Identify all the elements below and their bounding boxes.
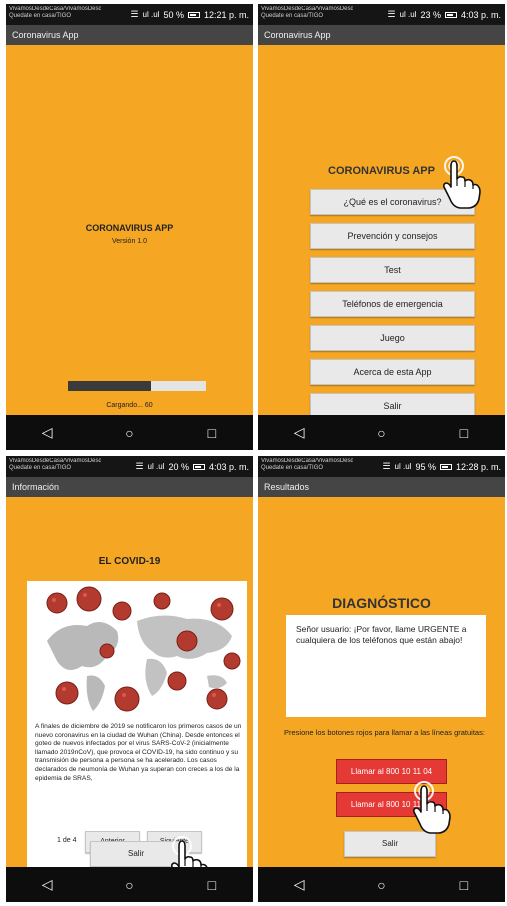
back-icon[interactable]: ◁ [27, 876, 67, 893]
home-icon[interactable]: ○ [109, 425, 149, 441]
system-icons: ☰ ul .ul 95 % 12:28 p. m. [382, 461, 501, 472]
version-text: Versión 1.0 [111, 238, 148, 245]
clock: 4:03 p. m. [208, 461, 249, 472]
battery-level: 50 % [163, 9, 184, 20]
wifi-icon: ☰ [130, 9, 139, 19]
about-button[interactable]: Acerca de esta App [310, 359, 475, 385]
battery-level: 23 % [420, 9, 441, 20]
app-titlebar: Coronavirus App [258, 25, 505, 45]
test-button[interactable]: Test [310, 257, 475, 283]
call-instructions: Presione los botones rojos para llamar a… [284, 728, 485, 737]
recent-apps-icon[interactable]: □ [444, 877, 484, 893]
battery-icon [192, 463, 205, 470]
tap-hand-icon [442, 156, 481, 209]
battery-level: 95 % [415, 461, 436, 472]
diagnostic-message: Señor usuario: ¡Por favor, llame URGENTE… [286, 615, 486, 717]
recent-apps-icon[interactable]: □ [192, 425, 232, 441]
wifi-icon: ☰ [387, 9, 396, 19]
system-icons: ☰ ul .ul 23 % 4:03 p. m. [387, 9, 501, 20]
game-button[interactable]: Juego [310, 325, 475, 351]
wifi-icon: ☰ [382, 461, 391, 471]
info-content: EL COVID-19 A finales de diciembre de 20… [6, 497, 253, 894]
covid-description: A finales de diciembre de 2019 se notifi… [35, 723, 242, 782]
signal-icon: ul .ul [147, 462, 165, 471]
home-icon[interactable]: ○ [361, 877, 401, 893]
android-nav-bar: ◁ ○ □ [258, 415, 505, 450]
signal-icon: ul .ul [399, 10, 417, 19]
progress-fill [68, 381, 151, 391]
carrier-text: VivamosDesdeCasa/VivamosDesdeCasa Quedat… [9, 6, 101, 19]
battery-icon [187, 11, 200, 18]
battery-level: 20 % [168, 461, 189, 472]
system-icons: ☰ ul .ul 50 % 12:21 p. m. [130, 9, 249, 20]
signal-icon: ul .ul [142, 10, 160, 19]
home-icon[interactable]: ○ [361, 425, 401, 441]
back-icon[interactable]: ◁ [27, 424, 67, 441]
wifi-icon: ☰ [135, 461, 144, 471]
status-bar: VivamosDesdeCasa/VivamosDesdeCasa Quedat… [258, 456, 505, 477]
splash-content: CORONAVIRUS APP Versión 1.0 Cargando... … [6, 45, 253, 415]
page-indicator: 1 de 4 [57, 837, 77, 844]
menu-content: CORONAVIRUS APP ¿Qué es el coronavirus? … [258, 45, 505, 419]
carrier-text: VivamosDesdeCasa/VivamosDesdeCasa Quedat… [261, 6, 353, 19]
splash-title: CORONAVIRUS APP [85, 223, 174, 233]
progress-label: Cargando... 60 [106, 402, 153, 409]
carrier-text: VivamosDesdeCasa/VivamosDesdeCasa Quedat… [9, 458, 101, 471]
system-icons: ☰ ul .ul 20 % 4:03 p. m. [135, 461, 249, 472]
battery-icon [439, 463, 452, 470]
diagnostic-screen: VivamosDesdeCasa/VivamosDesdeCasa Quedat… [258, 456, 505, 902]
coronavirus-world-map-image [27, 581, 247, 721]
status-bar: VivamosDesdeCasa/VivamosDesdeCasa Quedat… [6, 456, 253, 477]
clock: 4:03 p. m. [460, 9, 501, 20]
signal-icon: ul .ul [394, 462, 412, 471]
carrier-text: VivamosDesdeCasa/VivamosDesdeCasa Quedat… [261, 458, 353, 471]
android-nav-bar: ◁ ○ □ [6, 867, 253, 902]
recent-apps-icon[interactable]: □ [192, 877, 232, 893]
recent-apps-icon[interactable]: □ [444, 425, 484, 441]
emergency-phones-button[interactable]: Teléfonos de emergencia [310, 291, 475, 317]
diagnostic-content: DIAGNÓSTICO Señor usuario: ¡Por favor, l… [258, 497, 505, 867]
status-bar: VivamosDesdeCasa/VivamosDesdeCasa Quedat… [6, 4, 253, 25]
app-titlebar: Resultados [258, 477, 505, 497]
back-icon[interactable]: ◁ [279, 876, 319, 893]
clock: 12:21 p. m. [203, 9, 249, 20]
android-nav-bar: ◁ ○ □ [6, 415, 253, 450]
info-screen: VivamosDesdeCasa/VivamosDesdeCasa Quedat… [6, 456, 253, 902]
prevention-button[interactable]: Prevención y consejos [310, 223, 475, 249]
home-icon[interactable]: ○ [109, 877, 149, 893]
menu-screen: VivamosDesdeCasa/VivamosDesdeCasa Quedat… [258, 4, 505, 450]
status-bar: VivamosDesdeCasa/VivamosDesdeCasa Quedat… [258, 4, 505, 25]
loading-progress-bar [68, 381, 206, 391]
app-titlebar: Información [6, 477, 253, 497]
tap-hand-icon [412, 781, 451, 834]
app-titlebar: Coronavirus App [6, 25, 253, 45]
clock: 12:28 p. m. [455, 461, 501, 472]
diagnostic-title: DIAGNÓSTICO [332, 595, 431, 611]
back-icon[interactable]: ◁ [279, 424, 319, 441]
info-heading: EL COVID-19 [98, 556, 161, 567]
battery-icon [444, 11, 457, 18]
android-nav-bar: ◁ ○ □ [258, 867, 505, 902]
splash-screen: VivamosDesdeCasa/VivamosDesdeCasa Quedat… [6, 4, 253, 450]
